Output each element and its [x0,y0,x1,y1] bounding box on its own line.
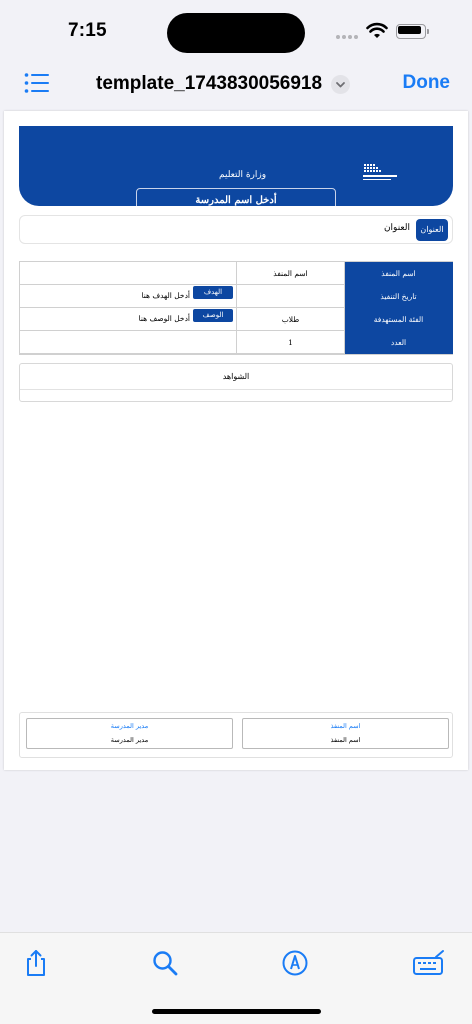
search-icon[interactable] [150,948,180,978]
share-icon[interactable] [21,948,51,978]
done-button[interactable]: Done [403,72,451,94]
executor-label: اسم المنفذ [345,262,453,285]
evidence-section[interactable]: الشواهد [19,363,453,402]
list-icon[interactable] [24,72,50,94]
principal-label: مدير المدرسة [110,722,149,730]
goal-badge: الهدف [193,286,233,299]
info-table: اسم المنفذ اسم المنفذ تاريخ التنفيذ الهد… [19,261,453,355]
description-cell[interactable]: الوصف أدخل الوصف هنا [20,308,237,331]
header-banner: وزارة التعليم أدخل اسم المدرسة [19,126,453,206]
executor-signature-label: اسم المنفذ [330,722,361,730]
goal-value: أدخل الهدف هنا [141,291,190,300]
principal-signature-box[interactable]: مدير المدرسة مدير المدرسة [26,718,233,749]
ministry-name: وزارة التعليم [219,170,267,180]
school-name-field[interactable]: أدخل اسم المدرسة [136,188,336,206]
date-value[interactable] [237,285,345,308]
title-row: العنوان العنوان [19,215,453,244]
chevron-down-icon [331,74,351,94]
ministry-logo-icon [361,163,401,191]
audience-label: الفئة المستهدفة [345,308,453,331]
executor-signature-value: اسم المنفذ [330,736,361,744]
evidence-title: الشواهد [222,372,250,381]
school-name: أدخل اسم المدرسة [195,195,277,206]
description-value: أدخل الوصف هنا [138,314,190,323]
dynamic-island [167,13,305,53]
empty-cell [20,331,237,354]
executor-signature-box[interactable]: اسم المنفذ اسم المنفذ [242,718,449,749]
cellular-signal-icon [336,31,360,39]
audience-value[interactable]: طلاب [237,308,345,331]
goal-cell[interactable]: الهدف أدخل الهدف هنا [20,285,237,308]
empty-cell [20,262,237,285]
title-value[interactable]: العنوان [384,223,410,233]
count-label: العدد [345,331,453,354]
divider [20,389,452,390]
wifi-icon [366,22,388,40]
document-title-menu[interactable]: template_1743830056918 [96,70,351,98]
battery-icon [396,24,430,39]
description-badge: الوصف [193,309,233,322]
nav-bar: template_1743830056918 Done [0,62,472,106]
document-page: وزارة التعليم أدخل اسم المدرسة العنوان ا… [4,111,468,770]
home-indicator [152,1009,321,1014]
status-bar: 7:15 [0,0,472,62]
signatures-section: مدير المدرسة مدير المدرسة اسم المنفذ اسم… [19,712,453,758]
status-time: 7:15 [68,20,107,41]
principal-value: مدير المدرسة [110,736,149,744]
keyboard-signature-icon[interactable] [412,948,446,978]
title-badge: العنوان [416,219,448,241]
markup-icon[interactable] [280,948,310,978]
executor-value[interactable]: اسم المنفذ [237,262,345,285]
date-label: تاريخ التنفيذ [345,285,453,308]
count-value[interactable]: 1 [237,331,345,354]
document-title: template_1743830056918 [96,73,323,94]
